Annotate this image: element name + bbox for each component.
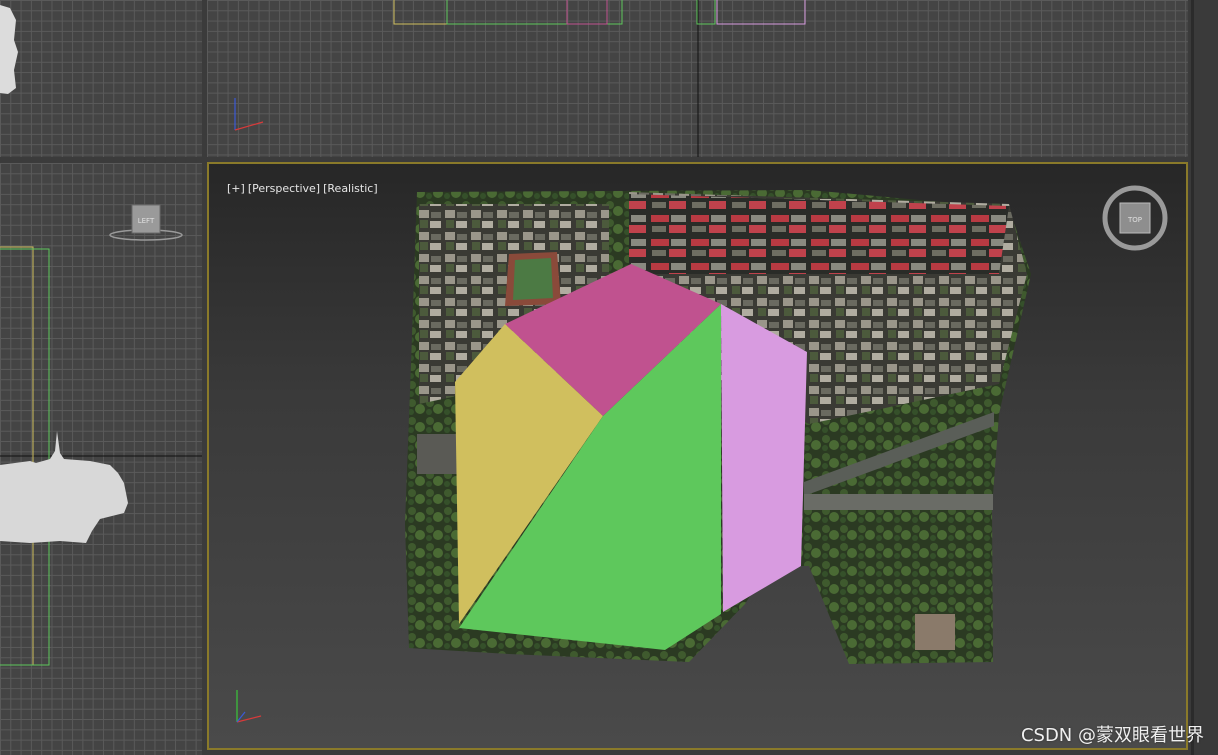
front-view-geometry (234, 0, 806, 157)
viewport-front[interactable] (207, 0, 1188, 157)
svg-text:TOP: TOP (1127, 216, 1142, 224)
viewport-separator-right (1189, 0, 1218, 755)
polygon-face-pink[interactable] (721, 304, 807, 612)
svg-text:LEFT: LEFT (138, 217, 155, 225)
viewport-top-left[interactable] (0, 0, 202, 157)
viewcube-left-icon[interactable]: LEFT (108, 203, 188, 253)
viewport-perspective[interactable]: [+] [Perspective] [Realistic] TOP (207, 162, 1188, 750)
viewcube-icon[interactable]: TOP (1102, 185, 1168, 251)
mesh-silhouette-top-left (0, 5, 18, 94)
axis-gizmo-icon (236, 690, 262, 723)
watermark: CSDN @蒙双眼看世界 (1020, 725, 1204, 746)
axis-gizmo-icon (234, 98, 264, 131)
viewport-left[interactable]: LEFT (0, 163, 202, 755)
scene-canvas: TOP (236, 185, 1168, 723)
